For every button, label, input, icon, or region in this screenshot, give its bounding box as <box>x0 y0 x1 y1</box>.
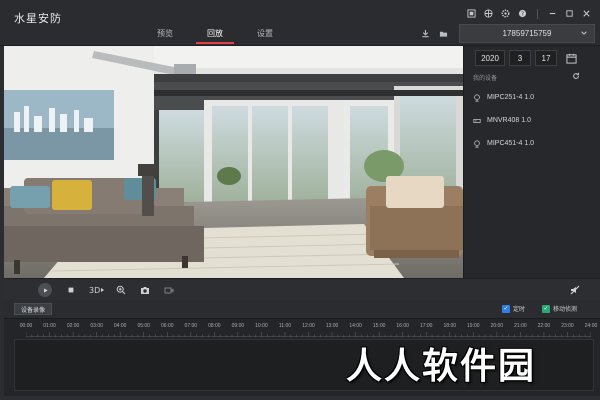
calendar-icon[interactable] <box>561 50 581 66</box>
video-frame[interactable] <box>4 46 463 278</box>
device-name: MNVR408 1.0 <box>487 117 531 124</box>
tick-label: 17:00 <box>419 323 433 329</box>
record-bar: 设备录像 ✓ 定时 ✓ 移动侦测 <box>4 300 600 318</box>
video-record-icon <box>164 287 174 294</box>
playback-controls: 3D <box>4 278 600 300</box>
speed-icon: 3D <box>89 286 104 295</box>
camera-icon <box>473 93 481 102</box>
year-field[interactable]: 2020 <box>475 50 505 66</box>
tick-label: 15:00 <box>372 323 386 329</box>
close-icon[interactable] <box>581 8 592 19</box>
list-item[interactable]: MIPC251-4 1.0 <box>473 86 593 109</box>
tick-label: 02:00 <box>66 323 80 329</box>
tick-label: 01:00 <box>43 323 56 329</box>
tick-label: 19:00 <box>467 323 480 329</box>
tick-label: 04:00 <box>113 323 127 329</box>
window-separator <box>537 8 538 19</box>
my-devices-header: 我的设备 <box>473 76 498 82</box>
nav-tabs: 预览 回放 设置 <box>140 28 290 44</box>
timed-checkbox[interactable]: ✓ 定时 <box>502 304 525 313</box>
tab-playback[interactable]: 回放 <box>190 28 240 44</box>
device-list: MIPC251-4 1.0 MNVR408 1.0 MIPC451-4 1.0 <box>473 86 593 155</box>
tick-label: 10:00 <box>255 323 268 329</box>
tick-label: 21:00 <box>514 323 527 329</box>
device-selector-value: 17859715759 <box>502 29 552 38</box>
tick-label: 18:00 <box>443 323 457 329</box>
tab-preview[interactable]: 预览 <box>140 28 190 44</box>
tick-label: 00:00 <box>19 323 33 329</box>
list-item[interactable]: MIPC451-4 1.0 <box>473 132 593 155</box>
watermark-text: 人人软件园 <box>346 346 537 387</box>
tick-label: 07:00 <box>184 323 198 329</box>
tick-label: 14:00 <box>349 323 362 329</box>
tick-label: 08:00 <box>208 323 221 329</box>
tick-label: 11:00 <box>278 323 292 329</box>
list-item[interactable]: MNVR408 1.0 <box>473 109 593 132</box>
device-name: MIPC251-4 1.0 <box>487 94 535 101</box>
tick-label: 12:00 <box>302 323 315 329</box>
zoom-in-icon <box>116 285 126 295</box>
folder-icon[interactable] <box>438 28 448 38</box>
motion-checkbox[interactable]: ✓ 移动侦测 <box>542 304 577 313</box>
check-icon: ✓ <box>502 304 510 313</box>
zoom-button[interactable] <box>114 283 128 297</box>
device-selector[interactable]: 17859715759 <box>459 24 595 43</box>
tick-label: 24:00 <box>584 323 598 329</box>
svg-text:?: ? <box>521 12 524 18</box>
play-button[interactable] <box>38 283 52 297</box>
camera-view-image <box>4 46 463 278</box>
speaker-muted-icon <box>570 285 580 295</box>
month-field[interactable]: 3 <box>509 50 531 66</box>
stop-button[interactable] <box>64 283 78 297</box>
app-title: 水星安防 <box>14 13 62 25</box>
help-icon[interactable]: ? <box>517 8 528 19</box>
qr-icon[interactable] <box>466 8 477 19</box>
motion-label: 移动侦测 <box>553 307 578 313</box>
device-name: MIPC451-4 1.0 <box>487 140 535 147</box>
camera-snapshot-icon <box>141 287 149 294</box>
top-tools <box>420 28 448 38</box>
grid-icon[interactable] <box>483 8 494 19</box>
play-icon <box>38 283 52 297</box>
snapshot-button[interactable] <box>138 283 152 297</box>
tick-label: 05:00 <box>137 323 150 329</box>
mute-button[interactable] <box>568 283 582 297</box>
refresh-icon[interactable] <box>572 72 580 82</box>
tab-settings[interactable]: 设置 <box>240 28 290 44</box>
date-picker: 2020 3 17 <box>475 50 581 66</box>
tick-label: 13:00 <box>325 323 339 329</box>
tick-label: 22:00 <box>537 323 551 329</box>
download-icon[interactable] <box>420 28 430 38</box>
title-bar: 水星安防 预览 回放 设置 ? 17859715759 <box>0 0 600 46</box>
timed-label: 定时 <box>513 307 526 313</box>
nvr-icon <box>473 117 481 125</box>
check-icon: ✓ <box>542 304 550 313</box>
tick-label: 06:00 <box>160 323 174 329</box>
stop-icon <box>68 287 74 293</box>
tick-label: 20:00 <box>490 323 504 329</box>
tick-label: 23:00 <box>561 323 574 329</box>
day-field[interactable]: 17 <box>535 50 557 66</box>
tick-label: 16:00 <box>396 323 409 329</box>
chevron-down-icon <box>580 29 588 39</box>
speed-button[interactable]: 3D <box>88 283 106 297</box>
tick-label: 03:00 <box>90 323 103 329</box>
gear-icon[interactable] <box>500 8 511 19</box>
svg-text:3D: 3D <box>89 286 100 295</box>
window-controls: ? <box>466 8 592 19</box>
minimize-icon[interactable] <box>547 8 558 19</box>
maximize-icon[interactable] <box>564 8 575 19</box>
device-record-button[interactable]: 设备录像 <box>14 303 53 315</box>
tick-label: 09:00 <box>231 323 245 329</box>
camera-icon <box>473 139 481 148</box>
record-button[interactable] <box>162 283 176 297</box>
